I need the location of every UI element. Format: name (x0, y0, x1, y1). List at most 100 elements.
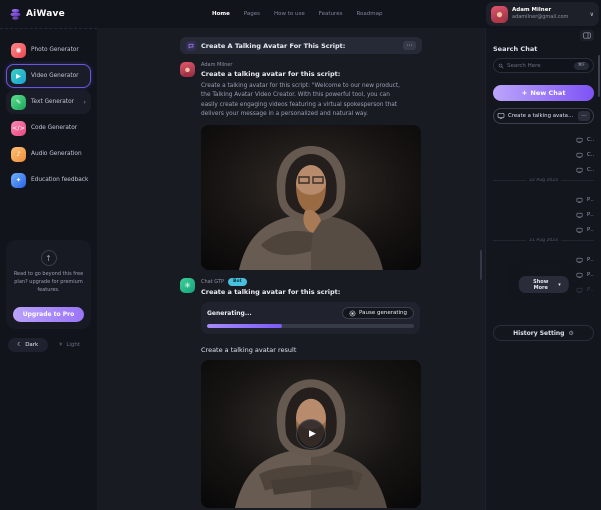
chatgpt-avatar-icon: ✳ (180, 278, 195, 293)
right-sidebar: Search Chat ⌘F + New Chat Create a talki… (485, 28, 601, 510)
play-button[interactable]: ▶ (296, 419, 326, 449)
chat-main: Create A Talking Avatar For This Script:… (97, 28, 485, 510)
user-profile-menu[interactable]: Adam Milner adamilner@gmail.com ∨ (486, 2, 599, 26)
gear-icon: ⚙ (568, 330, 573, 337)
result-label: Create a talking avatar result (201, 346, 422, 354)
user-avatar (180, 62, 195, 77)
history-chat-item[interactable]: Create a talking avatar for this scrip (493, 143, 594, 158)
history-setting-button[interactable]: History Setting ⚙ (493, 325, 594, 341)
sidebar-item-education-feedback[interactable]: ✦ Education feedback (6, 168, 91, 192)
chat-title: Create A Talking Avatar For This Script: (201, 42, 345, 50)
history-chat-item[interactable]: Please, Make 4 variant ke 4 varian (493, 248, 594, 263)
message-body: Create a talking avatar for this script:… (201, 82, 407, 119)
nav-home[interactable]: Home (212, 11, 230, 17)
sidebar-item-video-generator[interactable]: ▶ Video Generator (6, 64, 91, 88)
logo-text: AiWave (26, 9, 65, 19)
chevron-down-icon: ∨ (590, 11, 594, 18)
moon-icon: ☾ (17, 342, 22, 348)
chat-menu-button[interactable]: ⋯ (403, 41, 416, 50)
sun-icon: ☀ (58, 342, 63, 348)
bot-message: ✳ Chat GTP Bot Create a talking avatar f… (180, 278, 422, 296)
aiwave-app: AiWave Home Pages How to use Features Ro… (0, 0, 601, 510)
pause-generating-button[interactable]: Pause generating (342, 307, 414, 319)
search-chat-title: Search Chat (493, 45, 594, 53)
history-chat-item[interactable]: Please, Make 4 variant ke 4 varian (493, 218, 594, 233)
upgrade-text: Read to go beyond this free plan? upgrad… (13, 271, 84, 294)
active-chat-item[interactable]: Create a talking avatar for this scrip ⋯ (493, 108, 594, 124)
arrow-up-icon: ↑ (41, 250, 57, 266)
history-chat-item[interactable]: Create a talking avatar for this scrip (493, 158, 594, 173)
message-author: Adam Milner (201, 62, 407, 68)
upgrade-to-pro-button[interactable]: Upgrade to Pro (13, 307, 84, 322)
main-scrollbar-thumb[interactable] (480, 250, 482, 280)
sidebar-menu: ◉ Photo Generator ▶ Video Generator ✎ Te… (6, 38, 91, 194)
theme-toggle: ☾ Dark ☀ Light (6, 338, 91, 352)
keyboard-shortcut-badge: ⌘F (574, 62, 589, 70)
chat-item-menu-button[interactable]: ⋯ (578, 111, 590, 121)
bot-badge: Bot (228, 278, 247, 286)
dark-mode-button[interactable]: ☾ Dark (8, 338, 48, 352)
show-more-button[interactable]: Show More ▾ (518, 276, 569, 293)
video-icon: ▶ (11, 69, 26, 84)
music-icon: ♪ (11, 147, 26, 162)
panel-icon (583, 32, 591, 39)
sidebar-item-label: Text Generator (31, 99, 74, 105)
generating-label: Generating... (207, 310, 252, 317)
search-input[interactable] (507, 63, 571, 69)
aiwave-logo-icon (9, 8, 22, 21)
stop-circle-icon (349, 310, 356, 317)
progress-fill (207, 324, 282, 328)
light-mode-button[interactable]: ☀ Light (50, 338, 90, 352)
search-box: ⌘F (493, 58, 594, 73)
collapse-panel-button[interactable] (580, 30, 594, 41)
history-chat-item[interactable]: Please, Make 4 variant ke 4 varian (493, 203, 594, 218)
chat-history-list: Create a talking avatar for this scrip C… (493, 128, 594, 293)
sidebar-item-audio-generation[interactable]: ♪ Audio Generation (6, 142, 91, 166)
main-nav: Home Pages How to use Features Roadmap (212, 11, 382, 17)
bot-name: Chat GTP (201, 279, 224, 285)
message-title: Create a talking avatar for this script: (201, 70, 407, 78)
right-scrollbar-thumb[interactable] (598, 55, 600, 97)
user-avatar (491, 6, 508, 23)
logo[interactable]: AiWave (0, 8, 97, 21)
nav-how-to-use[interactable]: How to use (274, 11, 305, 17)
history-date-divider: 21 Aug 2023 (493, 233, 594, 248)
chevron-right-icon: › (83, 98, 86, 106)
result-video: ▶ (201, 360, 421, 508)
education-icon: ✦ (11, 173, 26, 188)
chat-bubble-icon (576, 227, 583, 234)
active-chat-label: Create a talking avatar for this scrip (508, 113, 575, 119)
layout: ◉ Photo Generator ▶ Video Generator ✎ Te… (0, 28, 601, 510)
sidebar-item-code-generator[interactable]: </> Code Generator (6, 116, 91, 140)
camera-icon: ◉ (11, 43, 26, 58)
new-chat-button[interactable]: + New Chat (493, 85, 594, 101)
history-date-divider: 22 Aug 2023 (493, 173, 594, 188)
text-icon: ✎ (11, 95, 26, 110)
script-reference-image (201, 125, 421, 270)
sidebar-item-text-generator[interactable]: ✎ Text Generator › (6, 90, 91, 114)
nav-pages[interactable]: Pages (244, 11, 260, 17)
search-icon (498, 63, 504, 69)
history-chat-item[interactable]: Please, Make 4 variant ke 4 varian (493, 188, 594, 203)
caret-down-icon: ▾ (558, 282, 561, 288)
chat-bubble-icon (576, 167, 583, 174)
sidebar-item-label: Video Generator (31, 73, 79, 79)
chat-header: Create A Talking Avatar For This Script:… (180, 37, 422, 54)
sidebar-item-photo-generator[interactable]: ◉ Photo Generator (6, 38, 91, 62)
left-sidebar: ◉ Photo Generator ▶ Video Generator ✎ Te… (0, 28, 97, 510)
user-name: Adam Milner (512, 7, 568, 14)
topbar: AiWave Home Pages How to use Features Ro… (0, 0, 601, 28)
sidebar-item-label: Education feedback (31, 177, 88, 183)
hooded-man-photo (201, 125, 421, 270)
nav-roadmap[interactable]: Roadmap (356, 11, 382, 17)
sidebar-item-label: Photo Generator (31, 47, 79, 53)
user-email: adamilner@gmail.com (512, 14, 568, 20)
nav-features[interactable]: Features (319, 11, 343, 17)
upgrade-card: ↑ Read to go beyond this free plan? upgr… (6, 240, 91, 329)
chat-bubble-icon (186, 41, 196, 51)
user-message: Adam Milner Create a talking avatar for … (180, 62, 422, 119)
bot-message-title: Create a talking avatar for this script: (201, 288, 340, 296)
history-chat-item[interactable]: Create a talking avatar for this scrip (493, 128, 594, 143)
progress-bar (207, 324, 414, 328)
sidebar-item-label: Code Generator (31, 125, 77, 131)
